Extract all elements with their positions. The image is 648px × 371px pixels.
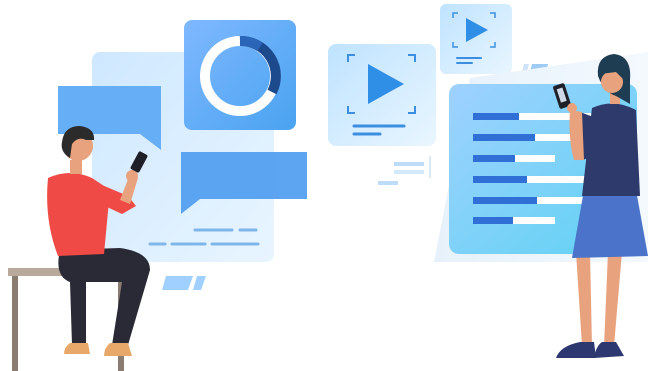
donut-chart-card	[184, 20, 296, 130]
floor-tiles	[162, 276, 206, 290]
video-card	[328, 44, 436, 146]
video-card-small	[440, 4, 512, 74]
illustration-canvas	[8, 4, 648, 371]
